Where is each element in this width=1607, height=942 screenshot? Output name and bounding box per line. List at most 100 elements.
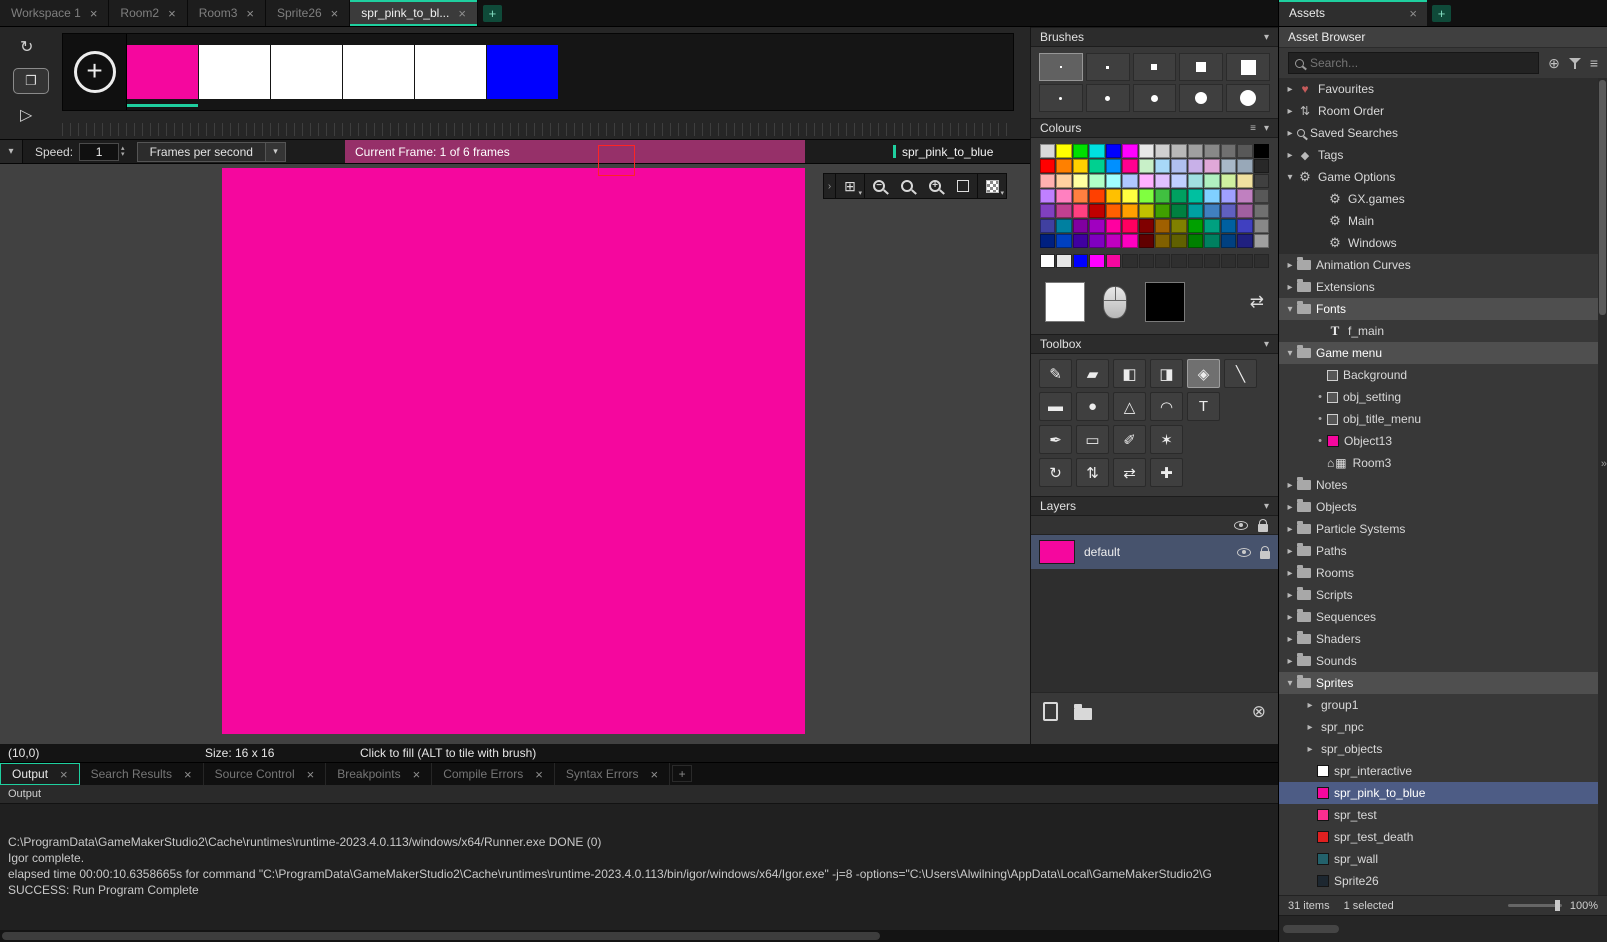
move-canvas-tool[interactable]: ✚ bbox=[1150, 458, 1183, 487]
close-tab-icon[interactable]: × bbox=[184, 768, 192, 781]
layer-row[interactable]: default bbox=[1031, 535, 1278, 569]
asset-tree-item[interactable]: obj_setting bbox=[1279, 386, 1607, 408]
browser-menu-icon[interactable]: ≡ bbox=[1590, 56, 1598, 70]
tree-chevron-icon[interactable] bbox=[1283, 106, 1297, 117]
palette-swatch[interactable] bbox=[1221, 144, 1236, 158]
recent-swatch[interactable] bbox=[1204, 254, 1219, 268]
tree-chevron-icon[interactable] bbox=[1283, 150, 1297, 161]
new-layer-folder-icon[interactable] bbox=[1074, 708, 1092, 720]
asset-tree-item[interactable]: Objects bbox=[1279, 496, 1607, 518]
workspace-tab[interactable]: Workspace 1 × bbox=[0, 0, 109, 26]
palette-swatch[interactable] bbox=[1221, 174, 1236, 188]
frame-thumbnail[interactable] bbox=[487, 45, 558, 99]
mirror-horizontal-tool[interactable]: ⇄ bbox=[1113, 458, 1146, 487]
palette-swatch[interactable] bbox=[1056, 219, 1071, 233]
asset-tree-item[interactable]: spr_interactive bbox=[1279, 760, 1607, 782]
palette-swatch[interactable] bbox=[1073, 174, 1088, 188]
recent-swatch[interactable] bbox=[1040, 254, 1055, 268]
palette-swatch[interactable] bbox=[1122, 159, 1137, 173]
palette-swatch[interactable] bbox=[1106, 144, 1121, 158]
toolbar-collapse-icon[interactable]: › bbox=[824, 174, 836, 198]
play-animation-icon[interactable]: ▷ bbox=[20, 105, 32, 125]
palette-swatch[interactable] bbox=[1056, 174, 1071, 188]
palette-swatch[interactable] bbox=[1106, 159, 1121, 173]
speed-stepper[interactable]: ▴ ▾ bbox=[121, 146, 125, 158]
asset-tree-item[interactable]: Tags bbox=[1279, 144, 1607, 166]
palette-swatch[interactable] bbox=[1056, 159, 1071, 173]
workspace-tab[interactable]: Room3 × bbox=[188, 0, 266, 26]
output-horizontal-scrollbar[interactable] bbox=[0, 930, 1278, 942]
palette-swatch[interactable] bbox=[1056, 204, 1071, 218]
asset-tree-item[interactable]: Fonts bbox=[1279, 298, 1607, 320]
close-tab-icon[interactable]: × bbox=[168, 7, 176, 20]
zoom-in-button[interactable]: + bbox=[921, 174, 949, 198]
palette-swatch[interactable] bbox=[1089, 189, 1104, 203]
search-input[interactable] bbox=[1310, 56, 1532, 70]
palette-swatch[interactable] bbox=[1237, 144, 1252, 158]
recent-swatch[interactable] bbox=[1106, 254, 1121, 268]
frame-thumbnail[interactable] bbox=[199, 45, 270, 99]
toggle-all-visibility-icon[interactable] bbox=[1234, 521, 1248, 530]
close-tab-icon[interactable]: × bbox=[413, 768, 421, 781]
rectangle-tool[interactable]: ▬ bbox=[1039, 392, 1072, 421]
close-tab-icon[interactable]: × bbox=[60, 768, 68, 781]
palette-swatch[interactable] bbox=[1089, 159, 1104, 173]
palette-swatch[interactable] bbox=[1040, 204, 1055, 218]
add-output-tab-button[interactable]: + bbox=[672, 765, 692, 782]
asset-tree-item[interactable]: Saved Searches bbox=[1279, 122, 1607, 144]
asset-tree-item[interactable]: Object13 bbox=[1279, 430, 1607, 452]
palette-swatch[interactable] bbox=[1204, 189, 1219, 203]
tree-chevron-icon[interactable] bbox=[1283, 502, 1297, 513]
spin-down-icon[interactable]: ▾ bbox=[121, 152, 125, 158]
dropdown-caret-icon[interactable]: ▾ bbox=[265, 143, 285, 161]
chevron-down-icon[interactable]: ▾ bbox=[1264, 501, 1269, 512]
frame-thumbnail[interactable] bbox=[127, 45, 198, 99]
palette-swatch[interactable] bbox=[1122, 234, 1137, 248]
workspace-tab[interactable]: Room2 × bbox=[109, 0, 187, 26]
sprite-editor-canvas[interactable]: › ⊞ ▾ − + ▾ bbox=[0, 164, 1030, 744]
asset-tree-item[interactable]: Sequences bbox=[1279, 606, 1607, 628]
palette-swatch[interactable] bbox=[1073, 219, 1088, 233]
asset-tree-item[interactable]: Shaders bbox=[1279, 628, 1607, 650]
palette-swatch[interactable] bbox=[1040, 174, 1055, 188]
asset-tree-item[interactable]: Game Options bbox=[1279, 166, 1607, 188]
palette-swatch[interactable] bbox=[1254, 219, 1269, 233]
palette-swatch[interactable] bbox=[1056, 234, 1071, 248]
scrollbar-thumb[interactable] bbox=[1599, 80, 1606, 315]
palette-swatch[interactable] bbox=[1040, 189, 1055, 203]
close-tab-icon[interactable]: × bbox=[90, 7, 98, 20]
asset-tree-item[interactable]: GX.games bbox=[1279, 188, 1607, 210]
assets-tab[interactable]: Assets × bbox=[1279, 0, 1427, 26]
asset-tree-item[interactable]: Sprite26 bbox=[1279, 870, 1607, 892]
add-asset-icon[interactable]: ⊕ bbox=[1548, 56, 1560, 70]
panel-expand-icon[interactable]: » bbox=[1601, 458, 1607, 470]
brush-option[interactable] bbox=[1179, 53, 1223, 81]
asset-tree-item[interactable]: spr_npc bbox=[1279, 716, 1607, 738]
close-tab-icon[interactable]: × bbox=[458, 7, 466, 20]
recent-swatch[interactable] bbox=[1089, 254, 1104, 268]
palette-swatch[interactable] bbox=[1221, 204, 1236, 218]
add-sidebar-tab-button[interactable]: + bbox=[1432, 5, 1451, 22]
output-tab[interactable]: Output × bbox=[0, 763, 80, 785]
palette-swatch[interactable] bbox=[1221, 159, 1236, 173]
collapse-frame-strip-button[interactable]: ▾ bbox=[0, 140, 23, 163]
close-tab-icon[interactable]: × bbox=[307, 768, 315, 781]
palette-swatch[interactable] bbox=[1237, 204, 1252, 218]
magic-wand-tool[interactable]: ✶ bbox=[1150, 425, 1183, 454]
palette-swatch[interactable] bbox=[1089, 234, 1104, 248]
flip-vertical-tool[interactable]: ⇅ bbox=[1076, 458, 1109, 487]
brush-option[interactable] bbox=[1039, 53, 1083, 81]
scrollbar-thumb[interactable] bbox=[1283, 925, 1339, 933]
brush-option[interactable] bbox=[1226, 53, 1270, 81]
palette-swatch[interactable] bbox=[1204, 159, 1219, 173]
zoom-out-button[interactable]: − bbox=[865, 174, 893, 198]
canvas-background-button[interactable]: ▾ bbox=[978, 174, 1006, 198]
recent-swatch[interactable] bbox=[1171, 254, 1186, 268]
layers-section-header[interactable]: Layers ▾ bbox=[1031, 496, 1278, 516]
asset-tree-item[interactable]: Rooms bbox=[1279, 562, 1607, 584]
asset-tree-item[interactable]: Room3 bbox=[1279, 452, 1607, 474]
asset-tree-item[interactable]: spr_test_death bbox=[1279, 826, 1607, 848]
palette-swatch[interactable] bbox=[1188, 204, 1203, 218]
palette-swatch[interactable] bbox=[1139, 159, 1154, 173]
palette-swatch[interactable] bbox=[1204, 234, 1219, 248]
